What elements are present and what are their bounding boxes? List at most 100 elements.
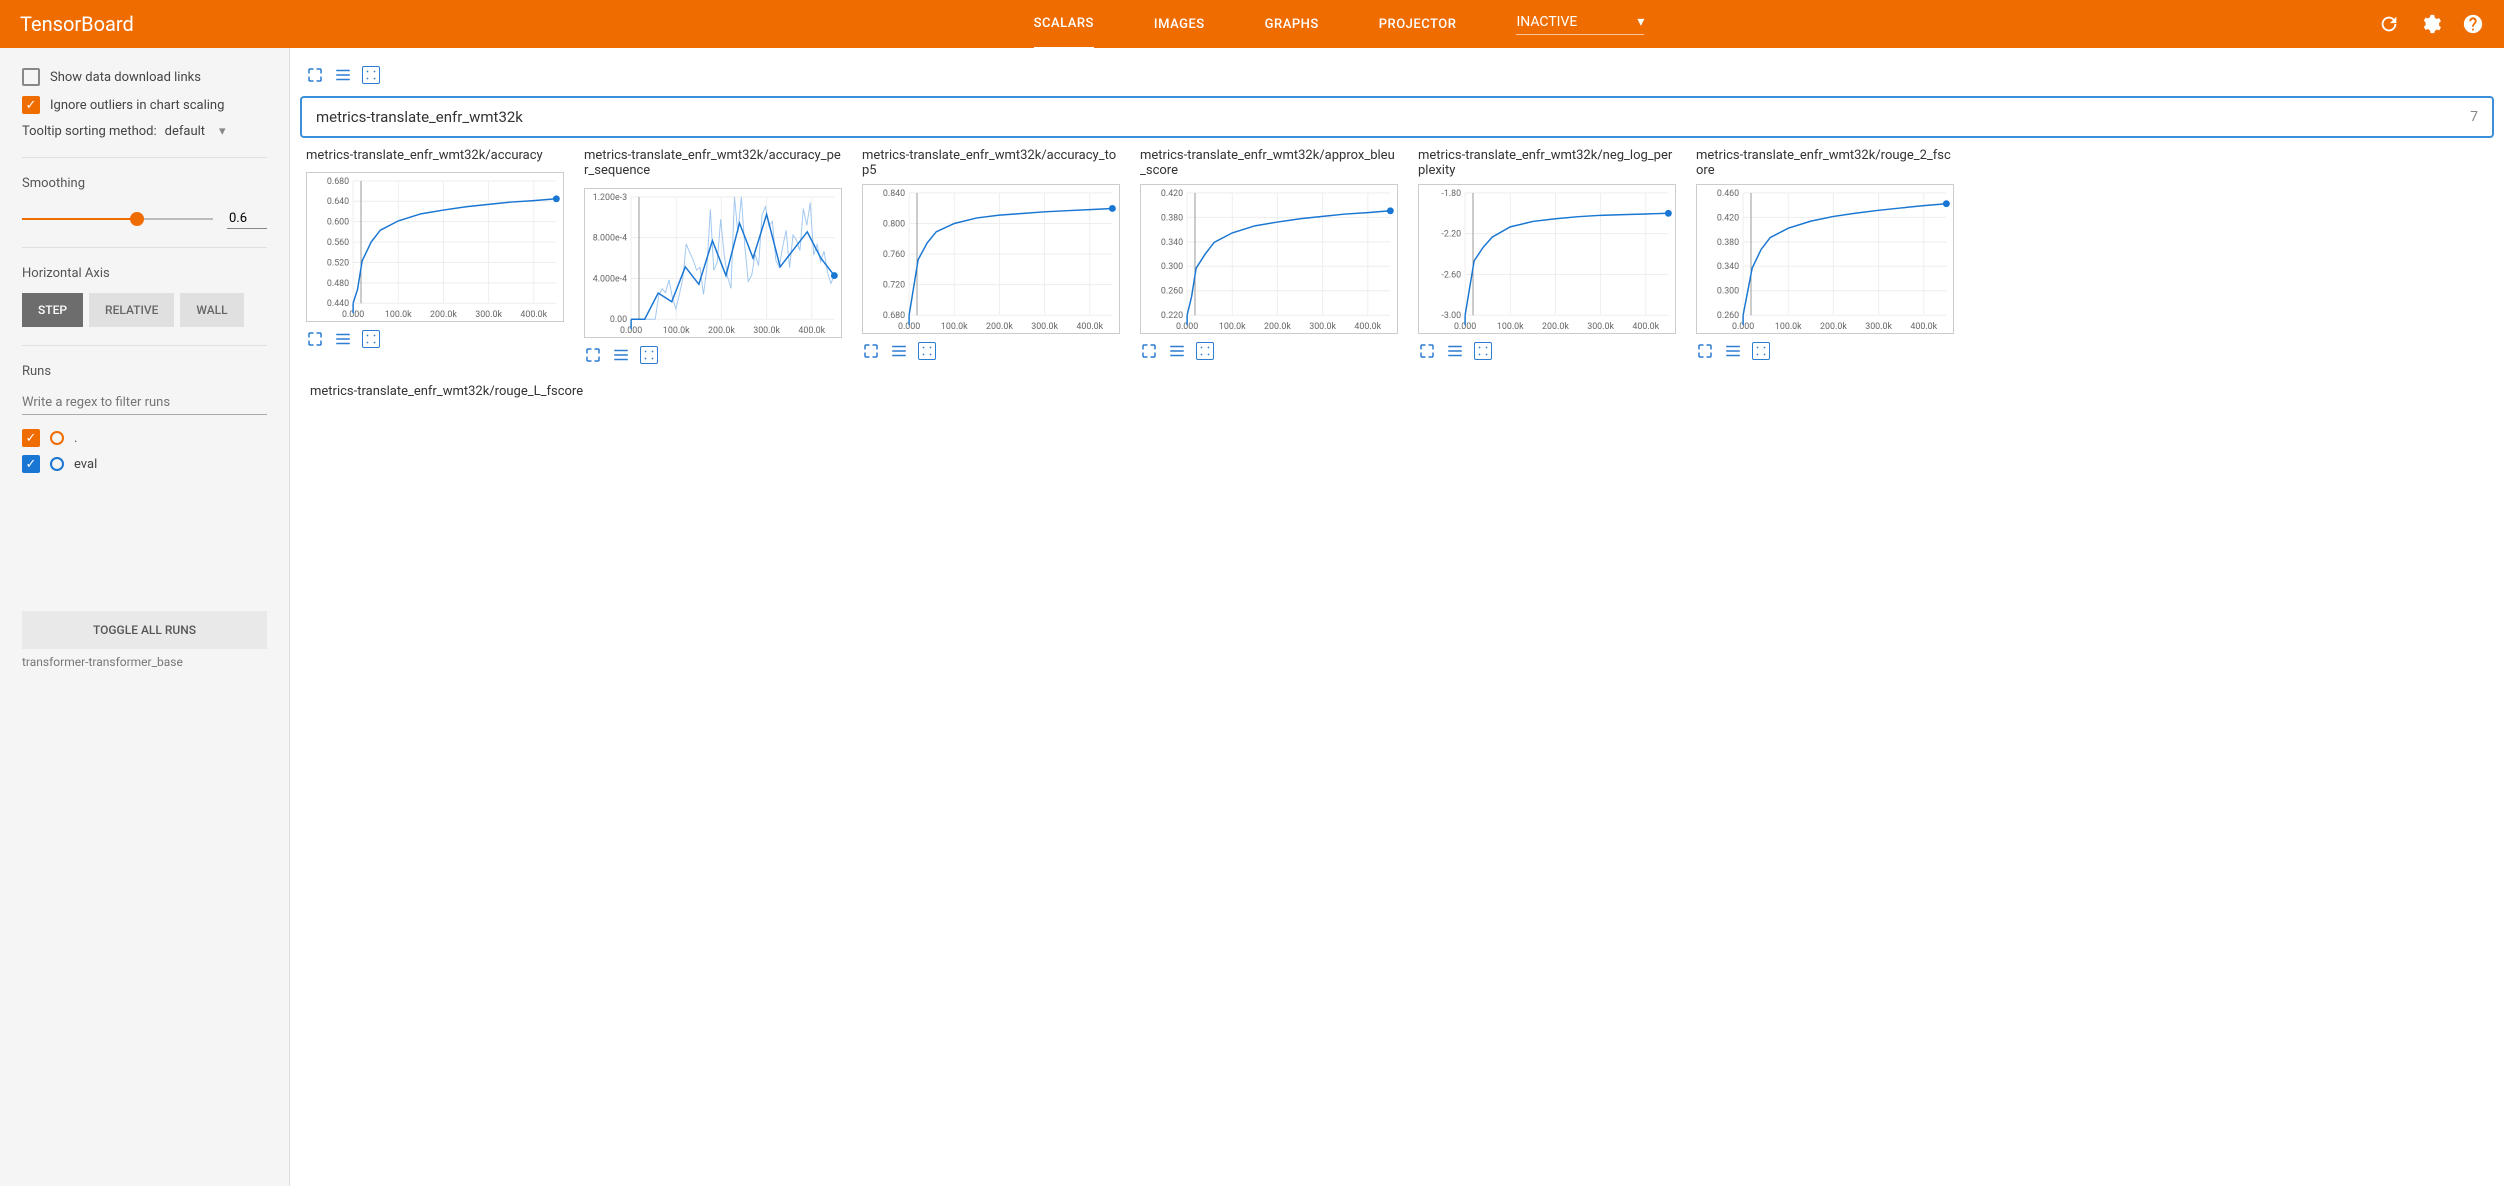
svg-text:300.0k: 300.0k: [1031, 322, 1058, 332]
logdir-label: transformer-transformer_base: [22, 655, 267, 669]
svg-text:400.0k: 400.0k: [1632, 322, 1659, 332]
run-name: eval: [74, 457, 97, 472]
lines-icon[interactable]: [1446, 342, 1464, 360]
svg-text:100.0k: 100.0k: [1497, 322, 1524, 332]
tooltip-sort-row[interactable]: Tooltip sorting method: default ▾: [22, 124, 267, 139]
chart-plot[interactable]: 0.6800.6400.6000.5600.5200.4800.4400.000…: [306, 172, 564, 322]
svg-text:300.0k: 300.0k: [1309, 322, 1336, 332]
svg-text:0.680: 0.680: [883, 311, 905, 321]
fullscreen-icon[interactable]: [584, 346, 602, 364]
help-icon[interactable]: [2462, 13, 2484, 35]
fit-domain-icon[interactable]: [362, 330, 380, 348]
tab-images[interactable]: IMAGES: [1154, 1, 1205, 48]
chart-plot[interactable]: 0.4600.4200.3800.3400.3000.2600.000100.0…: [1696, 184, 1954, 334]
gear-icon[interactable]: [2420, 13, 2442, 35]
chart-plot[interactable]: 1.200e-38.000e-44.000e-40.000.000100.0k2…: [584, 188, 842, 338]
chart-plot[interactable]: 0.8400.8000.7600.7200.6800.000100.0k200.…: [862, 184, 1120, 334]
fullscreen-icon[interactable]: [306, 66, 324, 84]
fullscreen-icon[interactable]: [306, 330, 324, 348]
chart-title: metrics-translate_enfr_wmt32k/approx_ble…: [1140, 148, 1398, 178]
lines-icon[interactable]: [890, 342, 908, 360]
fit-domain-icon[interactable]: [640, 346, 658, 364]
header-icons: [2378, 13, 2484, 35]
axis-wall-button[interactable]: WALL: [180, 293, 243, 327]
chart-card: metrics-translate_enfr_wmt32k/accuracy_p…: [584, 148, 842, 364]
svg-text:0.760: 0.760: [883, 250, 905, 260]
svg-text:-1.80: -1.80: [1441, 189, 1461, 199]
tab-projector[interactable]: PROJECTOR: [1379, 1, 1457, 48]
refresh-icon[interactable]: [2378, 13, 2400, 35]
svg-text:0.420: 0.420: [1717, 213, 1739, 223]
lines-icon[interactable]: [334, 330, 352, 348]
fullscreen-icon[interactable]: [1140, 342, 1158, 360]
inactive-dropdown[interactable]: INACTIVE ▾: [1516, 14, 1644, 35]
charts-grid: metrics-translate_enfr_wmt32k/accuracy0.…: [300, 148, 2494, 364]
svg-text:400.0k: 400.0k: [1910, 322, 1937, 332]
smoothing-slider[interactable]: [22, 218, 213, 220]
svg-text:300.0k: 300.0k: [1865, 322, 1892, 332]
axis-step-button[interactable]: STEP: [22, 293, 83, 327]
ignore-outliers-label: Ignore outliers in chart scaling: [50, 98, 224, 113]
chart-plot[interactable]: 0.4200.3800.3400.3000.2600.2200.000100.0…: [1140, 184, 1398, 334]
checkbox-checked-icon: [22, 96, 40, 114]
tab-scalars[interactable]: SCALARS: [1034, 0, 1094, 49]
fit-domain-icon[interactable]: [1752, 342, 1770, 360]
tab-graphs[interactable]: GRAPHS: [1265, 1, 1319, 48]
svg-text:-2.20: -2.20: [1441, 230, 1461, 240]
tooltip-sort-value: default: [165, 124, 205, 139]
tooltip-sort-select[interactable]: default ▾: [165, 124, 226, 139]
smoothing-label: Smoothing: [22, 176, 267, 191]
svg-text:400.0k: 400.0k: [1354, 322, 1381, 332]
svg-text:0.260: 0.260: [1717, 311, 1739, 321]
svg-text:0.720: 0.720: [883, 281, 905, 291]
svg-text:100.0k: 100.0k: [1775, 322, 1802, 332]
svg-text:0.480: 0.480: [327, 279, 349, 289]
fullscreen-icon[interactable]: [1696, 342, 1714, 360]
svg-text:400.0k: 400.0k: [1076, 322, 1103, 332]
show-download-label: Show data download links: [50, 70, 201, 85]
lines-icon[interactable]: [612, 346, 630, 364]
fullscreen-icon[interactable]: [1418, 342, 1436, 360]
radio-icon: [50, 431, 64, 445]
inactive-label: INACTIVE: [1516, 14, 1577, 30]
svg-text:200.0k: 200.0k: [986, 322, 1013, 332]
ignore-outliers-row[interactable]: Ignore outliers in chart scaling: [22, 96, 267, 114]
svg-text:4.000e-4: 4.000e-4: [593, 274, 627, 284]
svg-text:0.600: 0.600: [327, 218, 349, 228]
fit-domain-icon[interactable]: [362, 66, 380, 84]
fullscreen-icon[interactable]: [862, 342, 880, 360]
fit-domain-icon[interactable]: [1196, 342, 1214, 360]
smoothing-input[interactable]: [227, 209, 267, 229]
fit-domain-icon[interactable]: [918, 342, 936, 360]
svg-text:0.680: 0.680: [327, 177, 349, 187]
svg-text:300.0k: 300.0k: [1587, 322, 1614, 332]
chart-card: metrics-translate_enfr_wmt32k/neg_log_pe…: [1418, 148, 1676, 364]
svg-text:400.0k: 400.0k: [798, 326, 825, 336]
lines-icon[interactable]: [334, 66, 352, 84]
svg-text:0.340: 0.340: [1717, 262, 1739, 272]
category-card[interactable]: metrics-translate_enfr_wmt32k 7: [300, 96, 2494, 138]
show-download-row[interactable]: Show data download links: [22, 68, 267, 86]
svg-text:0.300: 0.300: [1717, 287, 1739, 297]
lines-icon[interactable]: [1168, 342, 1186, 360]
main-pane: metrics-translate_enfr_wmt32k 7 metrics-…: [290, 48, 2504, 1186]
chart-title: metrics-translate_enfr_wmt32k/accuracy_p…: [584, 148, 842, 182]
chart-plot[interactable]: -1.80-2.20-2.60-3.000.000100.0k200.0k300…: [1418, 184, 1676, 334]
svg-text:200.0k: 200.0k: [1820, 322, 1847, 332]
chart-title: metrics-translate_enfr_wmt32k/neg_log_pe…: [1418, 148, 1676, 178]
svg-text:0.840: 0.840: [883, 189, 905, 199]
svg-text:0.460: 0.460: [1717, 189, 1739, 199]
run-row[interactable]: .: [22, 429, 267, 447]
run-row[interactable]: eval: [22, 455, 267, 473]
chevron-down-icon: ▾: [1637, 14, 1644, 30]
lines-icon[interactable]: [1724, 342, 1742, 360]
toggle-all-runs-button[interactable]: TOGGLE ALL RUNS: [22, 611, 267, 649]
svg-text:1.200e-3: 1.200e-3: [593, 193, 627, 203]
svg-text:100.0k: 100.0k: [941, 322, 968, 332]
axis-relative-button[interactable]: RELATIVE: [89, 293, 174, 327]
runs-filter-input[interactable]: [22, 391, 267, 415]
fit-domain-icon[interactable]: [1474, 342, 1492, 360]
app-header: TensorBoard SCALARS IMAGES GRAPHS PROJEC…: [0, 0, 2504, 48]
checkbox-checked-icon: [22, 455, 40, 473]
chart-card: metrics-translate_enfr_wmt32k/approx_ble…: [1140, 148, 1398, 364]
